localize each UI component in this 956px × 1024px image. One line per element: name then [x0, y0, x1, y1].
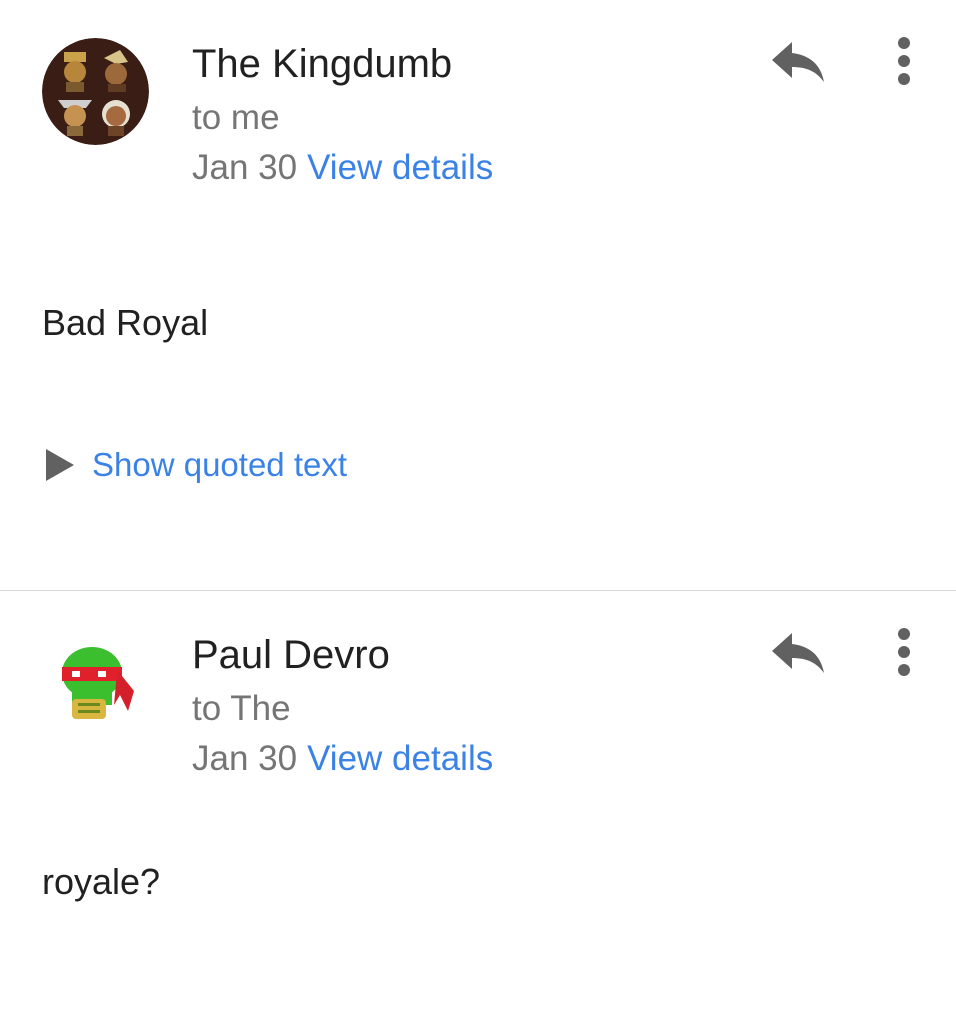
- date-line: Jan 30 View details: [192, 737, 493, 781]
- more-vert-icon: [898, 37, 910, 85]
- message-date: Jan 30: [192, 739, 298, 778]
- more-options-button[interactable]: [884, 625, 924, 679]
- message-body: Bad Royal: [42, 302, 209, 343]
- sender-name: Paul Devro: [192, 633, 390, 677]
- avatar[interactable]: [42, 38, 149, 145]
- show-quoted-text-toggle[interactable]: Show quoted text: [46, 442, 347, 488]
- avatar[interactable]: [42, 633, 149, 740]
- reply-icon: [772, 633, 824, 673]
- more-vert-icon: [898, 628, 910, 676]
- show-quoted-text-label: Show quoted text: [92, 446, 348, 483]
- reply-button[interactable]: [766, 36, 828, 88]
- view-details-link[interactable]: View details: [307, 739, 493, 778]
- reply-icon: [772, 42, 824, 82]
- recipient-line: to me: [192, 98, 280, 137]
- message-card: The Kingdumb to me Jan 30 View details Ba…: [0, 0, 956, 590]
- message-card: Paul Devro to The Jan 30 View details roy…: [0, 591, 956, 1024]
- recipient-line: to The: [192, 689, 291, 728]
- message-date: Jan 30: [192, 148, 298, 187]
- conversation-thread: The Kingdumb to me Jan 30 View details Ba…: [0, 0, 956, 1024]
- more-options-button[interactable]: [884, 34, 924, 88]
- triangle-right-icon: [46, 449, 74, 481]
- message-body: royale?: [42, 861, 161, 902]
- date-line: Jan 30 View details: [192, 146, 493, 190]
- reply-button[interactable]: [766, 627, 828, 679]
- sender-name: The Kingdumb: [192, 42, 453, 86]
- view-details-link[interactable]: View details: [307, 148, 493, 187]
